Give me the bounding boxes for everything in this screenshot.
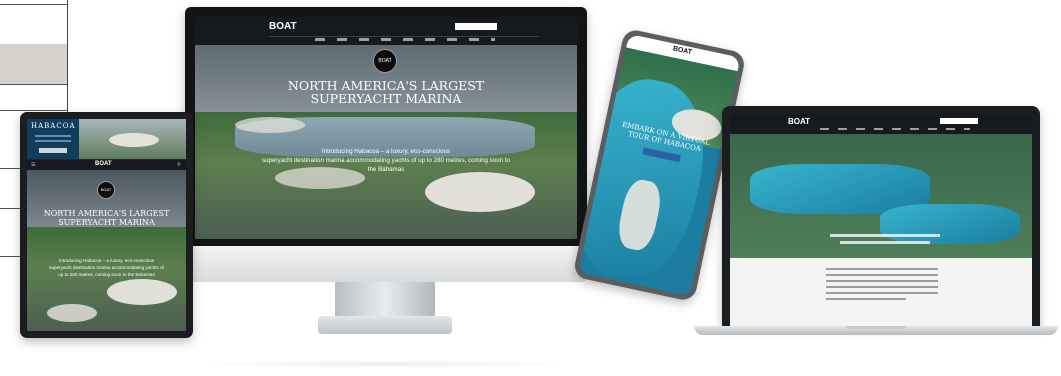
article-text-line [826,280,938,282]
ad-text-line [35,140,71,142]
ad-image [79,119,186,159]
hero-title-line2: SUPERYACHT MARINA [58,218,155,227]
article-text-line [826,274,938,276]
nav-menu-items[interactable] [820,128,970,130]
laptop-nav: BOAT [730,114,1032,134]
desktop-screen: BOAT BOAT NORTH AMERICA'S LARGEST SUPERY… [195,17,577,239]
building-roof [235,117,305,133]
hero-title: NORTH AMERICA'S LARGEST SUPERYACHT MARIN… [235,79,537,105]
hero-sub-line1: Introducing Habacoa – a luxury, eco-cons… [58,258,155,263]
phone-frame: BOAT EMBARK ON A VIRTUAL TOUR OF HABACOA [572,27,747,303]
desktop-stand-base [318,316,452,334]
hero-title: NORTH AMERICA'S LARGEST SUPERYACHT MARIN… [29,209,184,227]
ad-brand: HABACOA [31,122,76,130]
search-input[interactable] [455,23,497,30]
brand-badge: BOAT [373,49,397,73]
badge-label: BOAT [100,187,112,192]
desktop-nav: BOAT [195,17,577,45]
article-text-line [826,268,938,270]
ad-text-line [35,135,71,137]
laptop-notch [846,326,906,329]
hero-sub-line2: superyacht destination marina accommodat… [262,157,510,164]
ad-panel: HABACOA [27,119,79,159]
site-logo[interactable]: BOAT [672,45,692,56]
table-row [0,44,67,85]
desktop-chin [185,246,587,282]
table-row [0,4,67,45]
table-row [0,84,67,111]
desktop-monitor: BOAT BOAT NORTH AMERICA'S LARGEST SUPERY… [185,7,587,253]
building-roof [109,133,159,147]
site-logo[interactable]: BOAT [95,161,112,167]
tablet-screen: HABACOA BOAT ⚲ ☰ BOAT NORTH AMERICA'S LA… [27,119,186,331]
phone-screen: BOAT EMBARK ON A VIRTUAL TOUR OF HABACOA [578,33,741,297]
site-logo[interactable]: BOAT [269,21,297,32]
hero-water [880,204,1020,244]
hero-subtitle: Introducing Habacoa – a luxury, eco-cons… [29,257,184,278]
nav-menu-items[interactable] [315,38,495,41]
article-text-line [826,286,938,288]
badge-label: BOAT [378,58,392,64]
hero-sub-line3: up to 280 metres, coming soon to the Bah… [58,272,155,277]
building-roof [107,279,177,305]
brand-badge: BOAT [97,181,115,199]
article-text-line [826,292,938,294]
nav-divider [269,36,539,37]
laptop-screen: BOAT [730,114,1032,326]
hero-caption-line [830,234,940,237]
hero-title-line2: SUPERYACHT MARINA [310,91,462,106]
laptop-device: BOAT [722,106,1040,326]
article-text-line [826,298,906,300]
desktop-shadow [195,360,575,368]
hero-sub-line3: the Bahamas [367,166,405,173]
hero-sub-line2: superyacht destination marina accommodat… [49,265,164,270]
hero-sub-line1: Introducing Habacoa – a luxury, eco-cons… [321,148,451,155]
building-roof [425,172,535,212]
tablet-ad-banner[interactable]: HABACOA [27,119,186,159]
site-logo[interactable]: BOAT [788,117,810,126]
hero-image [730,134,1032,258]
search-icon[interactable]: ⚲ [177,162,181,168]
hero-subtitle: Introducing Habacoa – a luxury, eco-cons… [225,147,547,174]
tablet-device: HABACOA BOAT ⚲ ☰ BOAT NORTH AMERICA'S LA… [20,112,193,338]
desktop-stand-neck [335,282,435,318]
menu-icon[interactable]: ☰ [31,162,35,168]
hero-caption-line [840,241,930,244]
building-roof [47,304,97,322]
search-input[interactable] [940,118,978,124]
tablet-nav: BOAT ⚲ ☰ [27,160,186,170]
ad-cta-button[interactable] [39,148,67,153]
hero-title-line1: NORTH AMERICA'S LARGEST [43,209,170,218]
